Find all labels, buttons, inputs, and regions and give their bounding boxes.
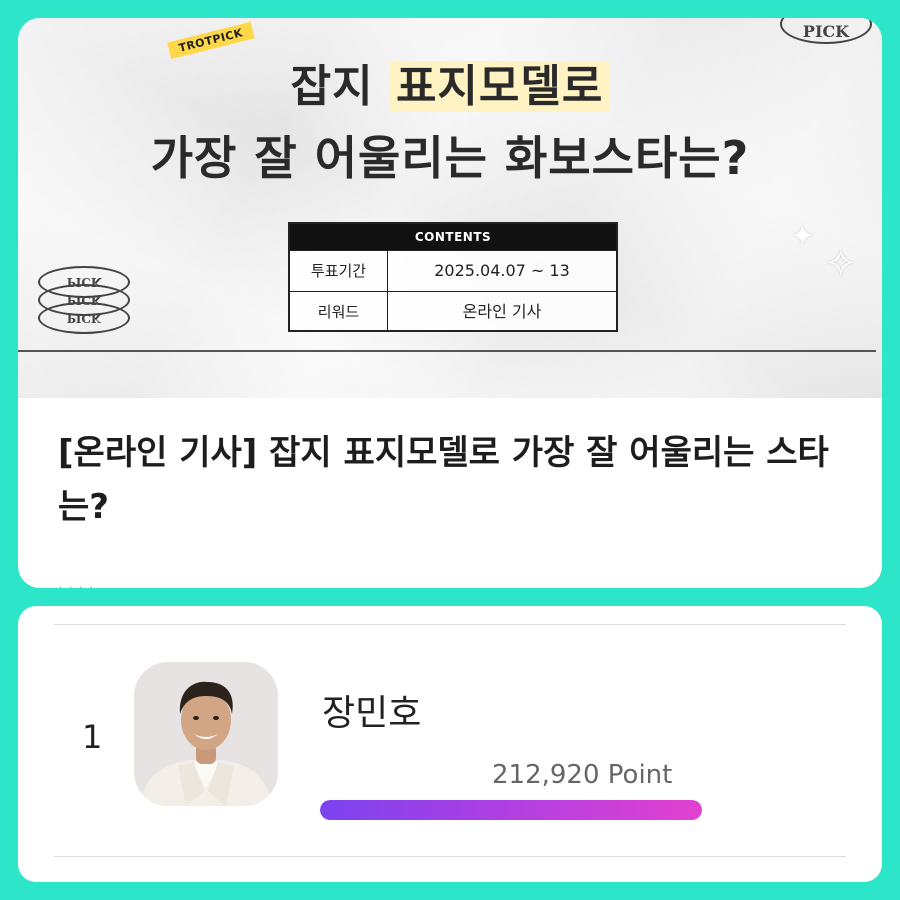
banner-divider — [18, 350, 876, 352]
sparkle-icon: ✦ — [790, 219, 816, 254]
candidate-avatar — [134, 662, 278, 806]
vote-progress-bar — [320, 800, 702, 820]
ranking-card: 1 장민호 212,920 Point — [18, 606, 882, 882]
article-title[interactable]: [온라인 기사] 잡지 표지모델로 가장 잘 어울리는 스타는? — [58, 426, 838, 534]
reward-value: 온라인 기사 — [462, 302, 542, 321]
divider — [54, 624, 846, 625]
candidate-points: 212,920 Point — [492, 760, 673, 790]
contents-table-header: CONTENTS — [290, 224, 616, 250]
person-photo-icon — [134, 662, 278, 806]
rank-number: 1 — [82, 718, 103, 756]
contents-row-period: 투표기간 2025.04.07 ~ 13 — [290, 250, 616, 291]
banner-title-prefix: 잡지 — [290, 61, 390, 112]
divider — [54, 856, 846, 857]
banner-title-line2: 가장 잘 어울리는 화보스타는? — [150, 131, 750, 185]
banner-title-highlight: 표지모델로 — [389, 61, 610, 112]
reward-label: 리워드 — [290, 292, 388, 332]
sparkle-icon: ✧ — [824, 241, 858, 287]
candidate-name: 장민호 — [322, 693, 422, 734]
period-label: 투표기간 — [290, 251, 388, 291]
pick-stamp-stack: PICK PICK PICK — [38, 266, 134, 336]
vote-card[interactable]: TROTPICK PICK PICK PICK PICK 잡지 표지모델로 가장… — [18, 18, 882, 588]
contents-row-reward: 리워드 온라인 기사 — [290, 291, 616, 332]
banner-title-line1: 잡지 표지모델로 — [18, 50, 882, 114]
vote-progress-fill — [320, 800, 702, 820]
contents-table: CONTENTS 투표기간 2025.04.07 ~ 13 리워드 온라인 기사 — [288, 222, 618, 332]
period-value: 2025.04.07 ~ 13 — [434, 261, 570, 280]
pick-stamp: PICK — [780, 18, 872, 44]
vote-banner-image: TROTPICK PICK PICK PICK PICK 잡지 표지모델로 가장… — [18, 18, 882, 398]
article-meta-clipped: · · · · — [58, 578, 94, 588]
pick-stamp: PICK — [38, 302, 130, 334]
